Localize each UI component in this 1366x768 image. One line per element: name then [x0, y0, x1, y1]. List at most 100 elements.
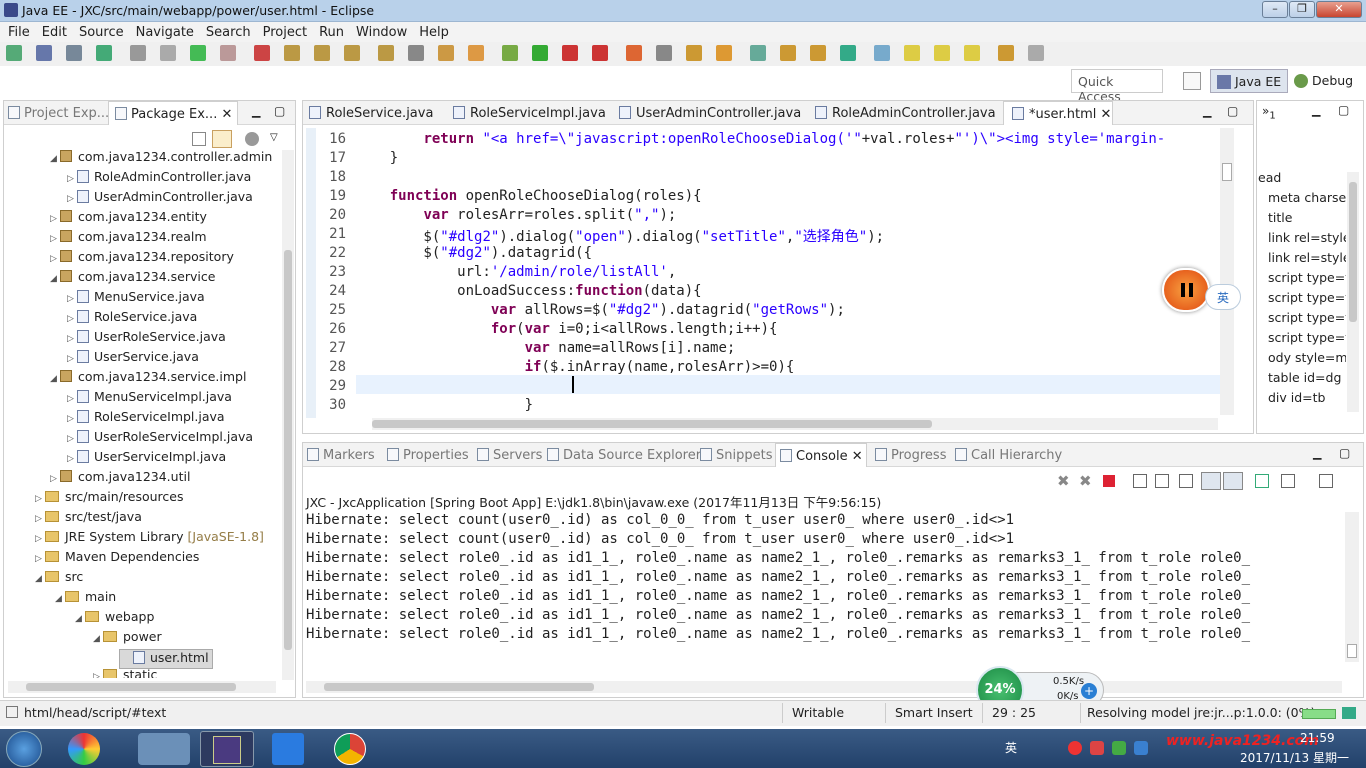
- menu-navigate[interactable]: Navigate: [130, 24, 200, 40]
- open-console-icon[interactable]: [1319, 474, 1333, 488]
- menu-search[interactable]: Search: [200, 24, 257, 40]
- perspective-javaee[interactable]: Java EE: [1210, 69, 1289, 93]
- collapsed-arrow-icon[interactable]: ▷: [67, 434, 77, 444]
- tree-file-item[interactable]: ▷ RoleService.java: [67, 309, 197, 329]
- menu-help[interactable]: Help: [413, 24, 455, 40]
- outline-item[interactable]: script type=t: [1268, 290, 1346, 305]
- collapsed-arrow-icon[interactable]: ▷: [50, 214, 60, 224]
- tray-icon-1[interactable]: [1068, 741, 1082, 755]
- app-icon-eclipse[interactable]: [200, 731, 254, 767]
- plus-icon[interactable]: +: [1081, 683, 1097, 699]
- code-line[interactable]: function openRoleChooseDialog(roles){: [356, 188, 702, 204]
- tree-folder-item[interactable]: ▷ JRE System Library [JavaSE-1.8]: [35, 529, 264, 549]
- editor-vertical-scrollbar[interactable]: [1220, 128, 1234, 415]
- step-into-icon[interactable]: [284, 45, 300, 61]
- menu-window[interactable]: Window: [350, 24, 413, 40]
- ime-language-indicator[interactable]: 英: [1205, 284, 1241, 310]
- tree-package-item[interactable]: ◢ com.java1234.controller.admin: [50, 149, 272, 169]
- menu-source[interactable]: Source: [73, 24, 130, 40]
- tree-file-item[interactable]: ▷ MenuServiceImpl.java: [67, 389, 232, 409]
- tree-file-item[interactable]: ▷ UserRoleService.java: [67, 329, 226, 349]
- close-icon[interactable]: ✕: [1101, 107, 1112, 122]
- tray-icon-3[interactable]: [1112, 741, 1126, 755]
- chevron-down-icon[interactable]: ▽: [270, 132, 278, 143]
- tree-vertical-scrollbar[interactable]: [282, 150, 294, 680]
- collapsed-arrow-icon[interactable]: ▷: [35, 534, 45, 544]
- tree-package-item[interactable]: ▷ com.java1234.realm: [50, 229, 207, 249]
- drop-frame-icon[interactable]: [378, 45, 394, 61]
- tree-file-item[interactable]: user.html: [119, 649, 213, 669]
- outline-item[interactable]: script type=t: [1268, 270, 1346, 285]
- expanded-arrow-icon[interactable]: ◢: [50, 154, 60, 164]
- expanded-arrow-icon[interactable]: ◢: [55, 594, 65, 604]
- collapsed-arrow-icon[interactable]: ▷: [67, 294, 77, 304]
- tab-console[interactable]: Console ✕: [775, 443, 867, 467]
- maximize-icon[interactable]: ▢: [1338, 103, 1349, 117]
- menu-edit[interactable]: Edit: [36, 24, 73, 40]
- last-edit-icon[interactable]: [964, 45, 980, 61]
- outline-item[interactable]: script type=t: [1268, 330, 1346, 345]
- expanded-arrow-icon[interactable]: ◢: [50, 274, 60, 284]
- open-resource-icon[interactable]: [780, 45, 796, 61]
- new-server-icon[interactable]: [656, 45, 672, 61]
- code-line[interactable]: }: [356, 397, 533, 413]
- tree-file-item[interactable]: ▷ UserAdminController.java: [67, 189, 253, 209]
- new-package-icon[interactable]: [686, 45, 702, 61]
- word-wrap-icon[interactable]: [1179, 474, 1193, 488]
- use-step-filters-icon[interactable]: [408, 45, 424, 61]
- collapsed-arrow-icon[interactable]: ▷: [50, 234, 60, 244]
- tree-package-item[interactable]: ▷ com.java1234.util: [50, 469, 190, 489]
- collapsed-arrow-icon[interactable]: ▷: [67, 194, 77, 204]
- display-console-icon[interactable]: [1281, 474, 1295, 488]
- menu-file[interactable]: File: [2, 24, 36, 40]
- close-icon[interactable]: ✕: [221, 107, 232, 122]
- close-button[interactable]: ✕: [1316, 1, 1362, 18]
- close-icon[interactable]: ✕: [852, 449, 863, 464]
- tree-file-item[interactable]: ▷ UserService.java: [67, 349, 199, 369]
- minimize-icon[interactable]: ▁: [1313, 447, 1321, 460]
- app-icon-wps[interactable]: [272, 733, 304, 765]
- collapse-all-icon[interactable]: [192, 132, 206, 146]
- tree-package-item[interactable]: ◢ com.java1234.service.impl: [50, 369, 246, 389]
- tab-progress[interactable]: Progress: [875, 443, 946, 467]
- tree-folder-item[interactable]: ◢ power: [93, 629, 162, 649]
- tree-folder-item[interactable]: ◢ main: [55, 589, 116, 609]
- tree-folder-item[interactable]: ▷ src/main/resources: [35, 489, 183, 509]
- maximize-icon[interactable]: ▢: [1227, 104, 1238, 118]
- ext-tool-icon[interactable]: [130, 45, 146, 61]
- open-type-icon[interactable]: [438, 45, 454, 61]
- back-icon[interactable]: [998, 45, 1014, 61]
- refactor-icon[interactable]: [874, 45, 890, 61]
- outline-item[interactable]: meta charset: [1268, 190, 1346, 205]
- code-line[interactable]: return "<a href=\"javascript:openRoleCho…: [356, 131, 1165, 147]
- collapsed-arrow-icon[interactable]: ▷: [67, 334, 77, 344]
- new-icon[interactable]: [6, 45, 22, 61]
- tab-roleservice[interactable]: RoleService.java: [309, 101, 433, 125]
- collapsed-arrow-icon[interactable]: ▷: [67, 314, 77, 324]
- forward-icon[interactable]: [1028, 45, 1044, 61]
- console-horizontal-scrollbar[interactable]: [306, 681, 1342, 693]
- link-editor-icon[interactable]: [212, 130, 232, 148]
- save-all-icon[interactable]: [66, 45, 82, 61]
- terminate-icon[interactable]: [254, 45, 270, 61]
- tray-icon-4[interactable]: [1134, 741, 1148, 755]
- outline-item[interactable]: table id=dg: [1268, 370, 1341, 385]
- minimize-button[interactable]: –: [1262, 1, 1288, 18]
- view-menu-icon[interactable]: [245, 132, 259, 146]
- tab-markers[interactable]: Markers: [307, 443, 375, 467]
- collapsed-arrow-icon[interactable]: ▷: [67, 454, 77, 464]
- start-button[interactable]: [6, 731, 42, 767]
- perspective-debug[interactable]: Debug: [1288, 69, 1359, 93]
- collapsed-arrow-icon[interactable]: ▷: [67, 414, 77, 424]
- remove-launch-icon[interactable]: ✖: [1057, 472, 1070, 490]
- step-over-icon[interactable]: [314, 45, 330, 61]
- collapsed-arrow-icon[interactable]: ▷: [93, 672, 103, 678]
- scroll-lock-icon[interactable]: [1155, 474, 1169, 488]
- search-icon[interactable]: [468, 45, 484, 61]
- outline-item[interactable]: link rel=style: [1268, 250, 1346, 265]
- new-class-icon[interactable]: [716, 45, 732, 61]
- app-icon-browser360[interactable]: [68, 733, 100, 765]
- globe-icon[interactable]: [840, 45, 856, 61]
- collapsed-arrow-icon[interactable]: ▷: [50, 474, 60, 484]
- outline-scrollbar[interactable]: [1347, 172, 1359, 412]
